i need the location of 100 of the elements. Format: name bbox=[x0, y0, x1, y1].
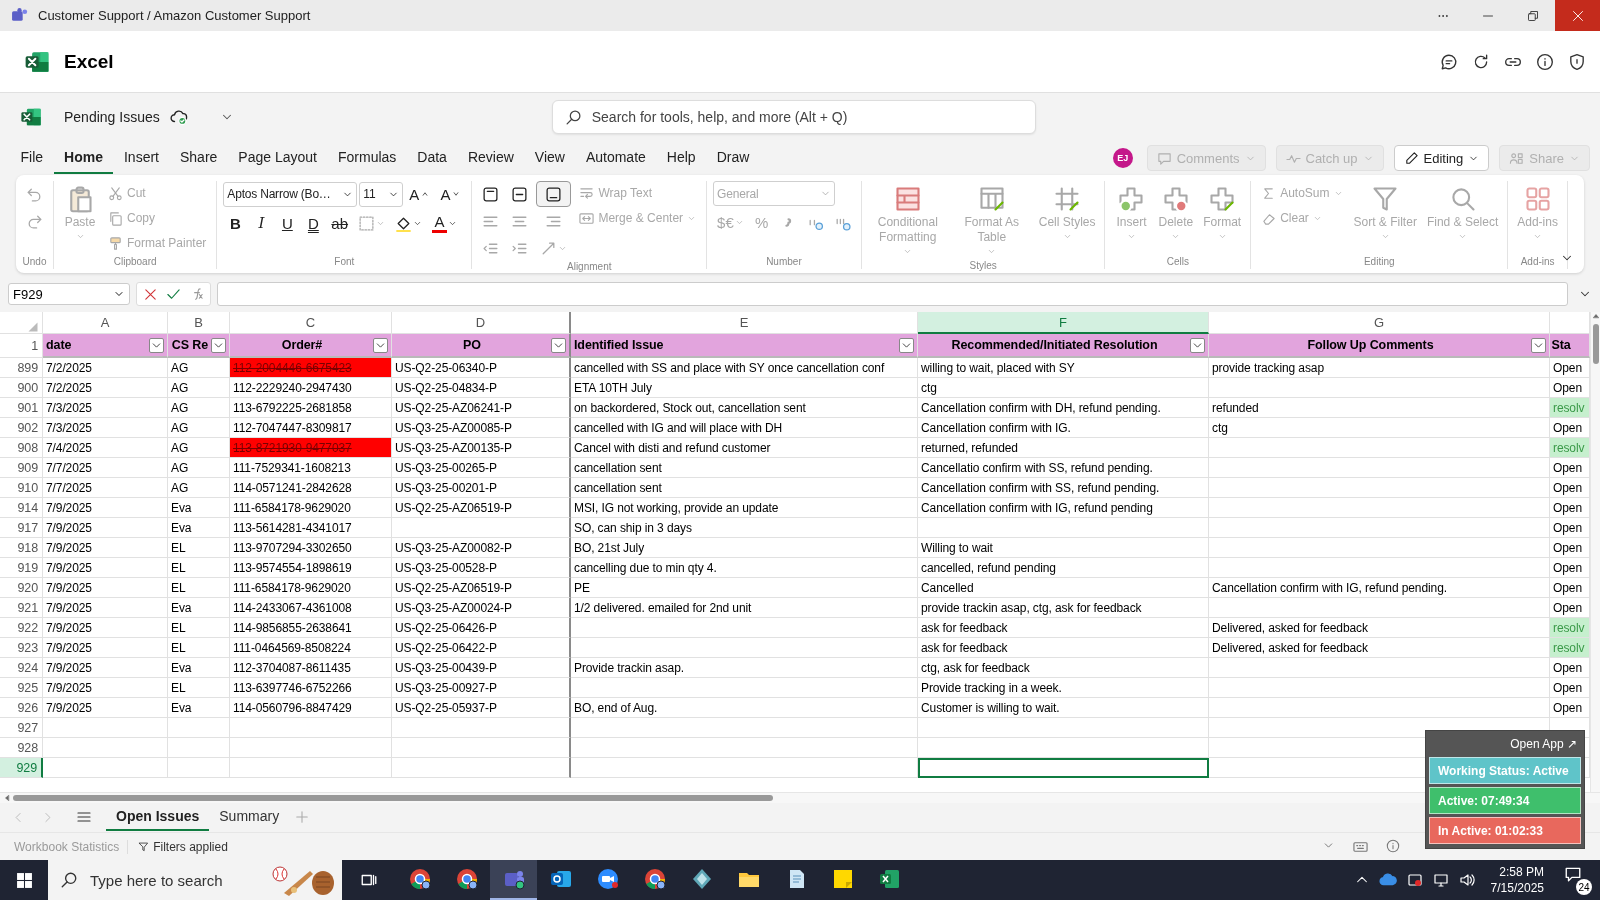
row-header[interactable]: 902 bbox=[0, 418, 43, 438]
menu-tab[interactable]: Draw bbox=[706, 142, 760, 174]
font-size-dropdown[interactable]: 11 bbox=[359, 181, 404, 207]
column-header[interactable]: A bbox=[43, 312, 168, 334]
spreadsheet-icon[interactable] bbox=[877, 867, 902, 891]
row-header[interactable]: 901 bbox=[0, 398, 43, 418]
column-header[interactable]: D bbox=[392, 312, 571, 334]
browser-icon[interactable] bbox=[642, 867, 667, 891]
name-box[interactable]: F929 bbox=[8, 283, 130, 305]
arrow-left-icon[interactable] bbox=[3, 793, 11, 802]
menu-tab[interactable]: Page Layout bbox=[227, 142, 328, 174]
browser-icon[interactable] bbox=[454, 867, 479, 891]
open-app-link[interactable]: Open App ↗ bbox=[1506, 734, 1581, 754]
strikethrough-button[interactable]: ab bbox=[327, 210, 353, 236]
align-bottom-icon[interactable] bbox=[545, 185, 563, 203]
row-header[interactable]: 923 bbox=[0, 638, 43, 658]
row-header[interactable]: 899 bbox=[0, 358, 43, 378]
column-header[interactable]: G bbox=[1209, 312, 1550, 334]
font-name-dropdown[interactable]: Aptos Narrow (Bo… bbox=[223, 181, 358, 207]
notifications-button[interactable]: 24 bbox=[1564, 865, 1592, 895]
row-header[interactable]: 920 bbox=[0, 578, 43, 598]
filter-button[interactable] bbox=[149, 338, 164, 353]
row-header[interactable]: 910 bbox=[0, 478, 43, 498]
column-header[interactable]: F bbox=[918, 312, 1209, 334]
column-header[interactable]: B bbox=[168, 312, 230, 334]
vertical-scrollbar[interactable] bbox=[1590, 312, 1600, 792]
cancel-icon[interactable] bbox=[143, 286, 158, 302]
menu-tab[interactable]: View bbox=[524, 142, 576, 174]
row-header[interactable]: 917 bbox=[0, 518, 43, 538]
menu-tab[interactable]: Help bbox=[656, 142, 707, 174]
filter-button[interactable] bbox=[1190, 338, 1205, 353]
menu-tab[interactable]: Share bbox=[169, 142, 228, 174]
bold-button[interactable]: B bbox=[223, 210, 248, 236]
refresh-icon[interactable] bbox=[1472, 52, 1490, 71]
menu-tab[interactable]: Data bbox=[406, 142, 458, 174]
start-icon[interactable] bbox=[15, 871, 33, 889]
italic-button[interactable]: I bbox=[249, 210, 274, 236]
help-icon[interactable] bbox=[1386, 839, 1400, 853]
taskbar-search-field[interactable]: Type here to search bbox=[48, 860, 342, 900]
menu-tab[interactable]: Insert bbox=[113, 142, 170, 174]
check-icon[interactable] bbox=[166, 286, 181, 302]
row-header[interactable]: 924 bbox=[0, 658, 43, 678]
row-header[interactable]: 900 bbox=[0, 378, 43, 398]
row-header[interactable]: 921 bbox=[0, 598, 43, 618]
search-icon[interactable] bbox=[60, 871, 78, 889]
volume-icon[interactable] bbox=[1458, 872, 1475, 888]
underline-button[interactable]: U bbox=[275, 210, 300, 236]
search-field[interactable]: Search for tools, help, and more (Alt + Q) bbox=[551, 100, 1036, 134]
menu-tab[interactable]: File bbox=[10, 142, 54, 174]
restore-icon[interactable] bbox=[1526, 9, 1539, 22]
table-cell: 112-3704087-8611435 bbox=[230, 658, 392, 678]
filter-button[interactable] bbox=[1531, 338, 1546, 353]
row-header[interactable]: 918 bbox=[0, 538, 43, 558]
menu-tab[interactable]: Review bbox=[457, 142, 525, 174]
editing-button[interactable]: Editing bbox=[1393, 145, 1490, 171]
font-color-button[interactable]: A bbox=[428, 210, 462, 236]
formula-input[interactable] bbox=[217, 282, 1568, 306]
video-camera-icon[interactable] bbox=[595, 867, 620, 891]
grow-font-button[interactable]: A bbox=[405, 181, 435, 207]
filter-button[interactable] bbox=[211, 338, 226, 353]
search-icon[interactable] bbox=[564, 108, 582, 126]
keyboard-icon[interactable] bbox=[1353, 839, 1368, 854]
chat-icon[interactable] bbox=[1440, 52, 1458, 71]
filter-button[interactable] bbox=[373, 338, 388, 353]
user-avatar[interactable]: EJ bbox=[1112, 148, 1133, 168]
network-icon[interactable] bbox=[1432, 872, 1449, 888]
row-header[interactable]: 929 bbox=[0, 758, 43, 778]
horizontal-scrollbar[interactable] bbox=[0, 792, 1600, 803]
shield-icon[interactable] bbox=[1568, 52, 1586, 71]
column-header[interactable]: C bbox=[230, 312, 392, 334]
row-header[interactable]: 908 bbox=[0, 438, 43, 458]
clock[interactable]: 2:58 PM 7/15/2025 bbox=[1490, 864, 1544, 896]
row-header[interactable]: 914 bbox=[0, 498, 43, 518]
paint-bucket-icon[interactable] bbox=[395, 214, 413, 232]
close-icon[interactable] bbox=[1571, 9, 1584, 22]
active-cell[interactable] bbox=[918, 758, 1209, 778]
menu-tab[interactable]: Formulas bbox=[327, 142, 407, 174]
row-header[interactable]: 922 bbox=[0, 618, 43, 638]
filter-button[interactable] bbox=[899, 338, 914, 353]
browser-icon[interactable] bbox=[407, 867, 432, 891]
sheet-tab[interactable]: Summary bbox=[209, 803, 290, 832]
row-header[interactable]: 926 bbox=[0, 698, 43, 718]
arrow-up-icon[interactable] bbox=[1592, 312, 1600, 320]
info-icon[interactable] bbox=[1536, 52, 1554, 71]
row-header[interactable]: 919 bbox=[0, 558, 43, 578]
pencil-icon[interactable] bbox=[1403, 150, 1419, 166]
align-bottom-button[interactable] bbox=[536, 181, 572, 207]
row-header[interactable]: 925 bbox=[0, 678, 43, 698]
status-cell: resolv bbox=[1550, 618, 1590, 638]
double-underline-button[interactable]: D bbox=[301, 210, 326, 236]
select-all-icon[interactable] bbox=[27, 321, 39, 333]
row-header[interactable]: 927 bbox=[0, 718, 43, 738]
filter-button[interactable] bbox=[551, 338, 566, 353]
row-header[interactable]: 909 bbox=[0, 458, 43, 478]
shrink-font-button[interactable]: A bbox=[436, 181, 466, 207]
message-icon[interactable] bbox=[1564, 865, 1582, 883]
menu-tab[interactable]: Home bbox=[53, 142, 114, 174]
app-status-icon[interactable] bbox=[1406, 872, 1423, 888]
column-header[interactable]: E bbox=[571, 312, 918, 334]
menu-tab[interactable]: Automate bbox=[575, 142, 657, 174]
